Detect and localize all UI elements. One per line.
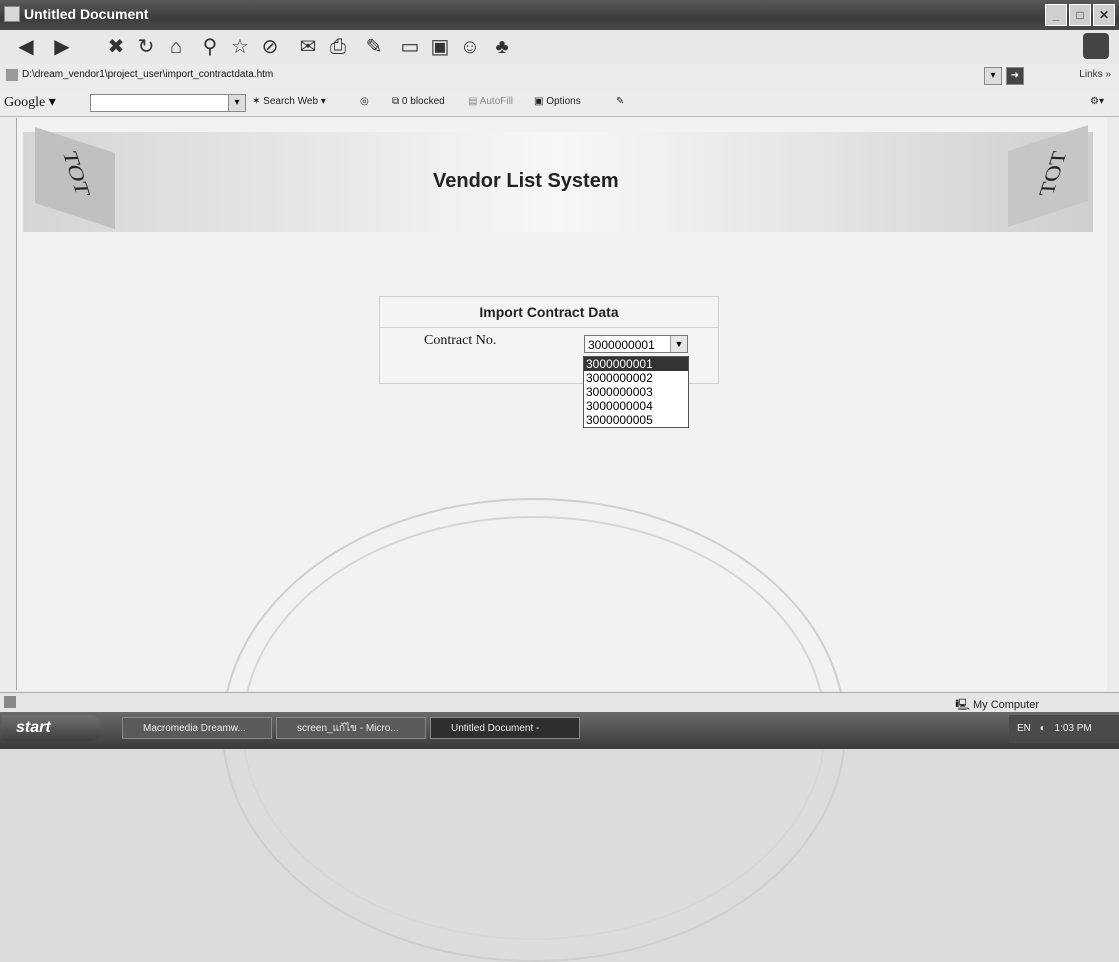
address-field[interactable]: D:\dream_vendor1\project_user\import_con… bbox=[4, 67, 1042, 83]
taskbar-item-word[interactable]: screen_แก้ไข - Micro... bbox=[276, 717, 426, 739]
option-item[interactable]: 3000000002 bbox=[584, 371, 688, 385]
back-icon[interactable]: ◀ bbox=[14, 35, 38, 59]
links-label[interactable]: Links » bbox=[1079, 69, 1111, 80]
options-text: Options bbox=[546, 96, 581, 107]
history-icon[interactable]: ⊘ bbox=[258, 35, 282, 59]
autofill-text: AutoFill bbox=[479, 96, 514, 107]
clock[interactable]: 1:03 PM bbox=[1055, 723, 1092, 734]
selected-value: 3000000001 bbox=[588, 338, 655, 352]
edit-icon[interactable]: ✎ bbox=[362, 35, 386, 59]
google-logo[interactable]: Google ▾ bbox=[4, 94, 56, 111]
page-icon bbox=[6, 69, 18, 81]
taskbar-item-ie[interactable]: Untitled Document - bbox=[430, 717, 580, 739]
google-toolbar: Google ▾ ▾ ✶ Search Web ▾ ◎ ⧉ 0 blocked … bbox=[0, 90, 1119, 117]
research-icon[interactable]: ▣ bbox=[428, 35, 452, 59]
windows-logo-icon bbox=[1083, 33, 1109, 59]
contract-options-list: 3000000001 3000000002 3000000003 3000000… bbox=[583, 356, 689, 428]
address-bar: D:\dream_vendor1\project_user\import_con… bbox=[0, 64, 1119, 91]
option-item[interactable]: 3000000005 bbox=[584, 413, 688, 427]
go-arrow-icon[interactable]: ➜ bbox=[1006, 67, 1024, 85]
discuss-icon[interactable]: ▭ bbox=[398, 35, 422, 59]
links-text: Links bbox=[1079, 69, 1103, 80]
zone-text: My Computer bbox=[972, 699, 1039, 711]
chevron-down-icon[interactable]: ▼ bbox=[670, 336, 687, 352]
address-dropdown-icon[interactable]: ▾ bbox=[984, 67, 1002, 85]
popup-blocker-button[interactable]: ⧉ 0 blocked bbox=[392, 96, 445, 107]
pencil-icon[interactable]: ✎ bbox=[616, 96, 624, 107]
messenger-icon[interactable]: ☺ bbox=[458, 35, 482, 59]
taskbar: start Macromedia Dreamw... screen_แก้ไข … bbox=[0, 712, 1119, 749]
logo-left-text: TOT bbox=[57, 150, 96, 197]
print-icon[interactable]: ⎙ bbox=[326, 35, 350, 59]
ie-page-icon bbox=[4, 6, 20, 22]
start-button[interactable]: start bbox=[2, 715, 102, 741]
stop-icon[interactable]: ✖ bbox=[104, 35, 128, 59]
google-search-dropdown-icon[interactable]: ▾ bbox=[228, 94, 246, 112]
close-button[interactable]: ✕ bbox=[1093, 4, 1115, 26]
logo-right-text: TOT bbox=[1033, 150, 1072, 197]
page-status-icon bbox=[4, 696, 16, 708]
option-item[interactable]: 3000000004 bbox=[584, 399, 688, 413]
contract-no-select[interactable]: 3000000001 ▼ bbox=[584, 335, 688, 353]
favorites-icon[interactable]: ☆ bbox=[228, 35, 252, 59]
maximize-button[interactable]: □ bbox=[1069, 4, 1091, 26]
blocked-text: 0 blocked bbox=[401, 96, 445, 107]
browser-window: Untitled Document _ □ ✕ ◀ ▶ ✖ ↻ ⌂ ⚲ ☆ ⊘ … bbox=[0, 0, 1119, 962]
forward-icon[interactable]: ▶ bbox=[50, 35, 74, 59]
search-web-button[interactable]: ✶ Search Web ▾ bbox=[252, 96, 326, 107]
google-search-input[interactable] bbox=[90, 94, 232, 112]
autofill-button[interactable]: ▤ AutoFill bbox=[468, 96, 513, 107]
task-label: Macromedia Dreamw... bbox=[143, 723, 246, 734]
language-indicator[interactable]: EN bbox=[1017, 723, 1031, 734]
refresh-icon[interactable]: ↻ bbox=[134, 35, 158, 59]
minimize-button[interactable]: _ bbox=[1045, 4, 1067, 26]
page-title: Vendor List System bbox=[433, 170, 619, 192]
contract-no-label: Contract No. bbox=[424, 333, 497, 348]
address-url: D:\dream_vendor1\project_user\import_con… bbox=[22, 69, 274, 80]
search-icon[interactable]: ⚲ bbox=[198, 35, 222, 59]
system-tray: EN ◐ 1:03 PM bbox=[1009, 715, 1119, 743]
options-button[interactable]: ▣ Options bbox=[534, 96, 581, 107]
news-icon[interactable]: ◎ bbox=[360, 96, 369, 107]
home-icon[interactable]: ⌂ bbox=[164, 35, 188, 59]
form-title: Import Contract Data bbox=[380, 297, 718, 328]
page-content: TOT Vendor List System TOT Import Contra… bbox=[16, 118, 1107, 962]
start-label: start bbox=[16, 719, 51, 736]
contacts-icon[interactable]: ♣ bbox=[490, 35, 514, 59]
tot-logo-right: TOT bbox=[1008, 125, 1088, 227]
title-bar: Untitled Document _ □ ✕ bbox=[0, 0, 1119, 30]
taskbar-item-dreamweaver[interactable]: Macromedia Dreamw... bbox=[122, 717, 272, 739]
option-item[interactable]: 3000000003 bbox=[584, 385, 688, 399]
status-bar: 🖳 My Computer bbox=[0, 692, 1119, 713]
mail-icon[interactable]: ✉ bbox=[296, 35, 320, 59]
settings-icon[interactable]: ⚙▾ bbox=[1090, 96, 1104, 107]
task-label: Untitled Document - bbox=[451, 723, 540, 734]
tot-logo-left: TOT bbox=[35, 127, 115, 229]
standard-toolbar: ◀ ▶ ✖ ↻ ⌂ ⚲ ☆ ⊘ ✉ ⎙ ✎ ▭ ▣ ☺ ♣ bbox=[0, 30, 1119, 65]
task-label: screen_แก้ไข - Micro... bbox=[297, 723, 399, 734]
search-web-text: Search Web bbox=[263, 96, 319, 107]
tray-icon[interactable]: ◐ bbox=[1040, 723, 1046, 734]
header-banner: TOT Vendor List System TOT bbox=[23, 125, 1093, 232]
google-logo-text: Google bbox=[4, 95, 46, 110]
option-item[interactable]: 3000000001 bbox=[584, 357, 688, 371]
window-title: Untitled Document bbox=[24, 6, 149, 22]
